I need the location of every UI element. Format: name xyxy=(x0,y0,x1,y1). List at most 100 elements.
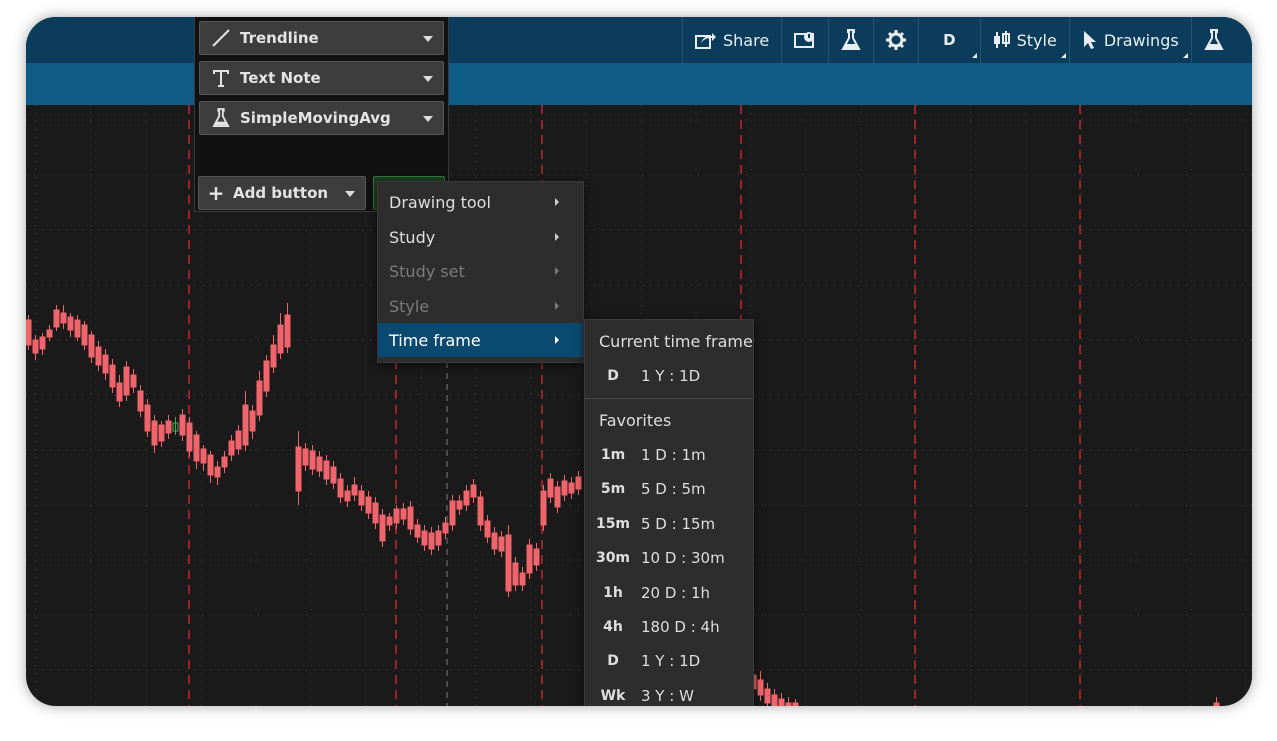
toolbar-right: Share D Style Drawings xyxy=(682,17,1236,63)
candle-body xyxy=(207,454,214,476)
candle-body xyxy=(778,698,785,706)
candle-body xyxy=(456,500,463,510)
candle-body xyxy=(158,424,165,442)
current-time-frame-item[interactable]: D 1 Y : 1D xyxy=(585,359,753,393)
simple-moving-avg-label: SimpleMovingAvg xyxy=(240,109,391,127)
trendline-label: Trendline xyxy=(240,29,319,47)
candle-body xyxy=(764,688,771,704)
add-button[interactable]: + Add button xyxy=(198,176,366,210)
menu-item-study-set: Study set xyxy=(378,254,583,288)
chevron-down-icon[interactable] xyxy=(345,191,355,197)
candle-body xyxy=(477,496,484,526)
time-frame-code: Wk xyxy=(600,687,626,704)
studies-button[interactable] xyxy=(828,17,873,63)
candle-body xyxy=(302,448,309,466)
time-frame-code: D xyxy=(607,368,619,384)
trendline-button[interactable]: Trendline xyxy=(199,21,444,55)
candle-body xyxy=(435,530,442,546)
favorite-time-frame-item[interactable]: 1m 1 D : 1m xyxy=(585,438,753,472)
candle-body xyxy=(414,524,421,538)
candle-body xyxy=(393,508,400,524)
candle-body xyxy=(186,422,193,452)
menu-item-label: Time frame xyxy=(389,330,481,350)
add-button-label: Add button xyxy=(233,184,329,202)
flask-icon xyxy=(208,108,234,128)
chevron-down-icon[interactable] xyxy=(423,76,433,82)
candle-body xyxy=(547,478,554,498)
candle-body xyxy=(351,484,358,496)
menu-item-drawing-tool[interactable]: Drawing tool xyxy=(378,185,583,219)
favorite-time-frame-item[interactable]: D 1 Y : 1D xyxy=(585,644,753,678)
candle-body xyxy=(221,456,228,468)
flag-screen-icon xyxy=(794,31,816,49)
candle-body xyxy=(32,339,39,354)
favorite-time-frame-item[interactable]: 4h 180 D : 4h xyxy=(585,610,753,644)
candlestick-icon xyxy=(993,30,1011,50)
divider xyxy=(585,398,753,399)
candle-body xyxy=(123,366,130,396)
candle-body xyxy=(561,480,568,496)
share-icon xyxy=(695,31,717,49)
time-frame-code: 4h xyxy=(603,619,623,635)
candle-body xyxy=(568,482,575,494)
favorite-time-frame-item[interactable]: 1h 20 D : 1h xyxy=(585,576,753,610)
candle-body xyxy=(428,532,435,550)
style-button[interactable]: Style xyxy=(979,17,1069,63)
chevron-right-icon xyxy=(555,267,559,275)
candle-body xyxy=(449,500,456,526)
favorite-time-frame-item[interactable]: 30m 10 D : 30m xyxy=(585,541,753,575)
candle-body xyxy=(88,334,95,358)
candle-body xyxy=(316,456,323,472)
period-label: D xyxy=(943,31,956,49)
candle-body xyxy=(792,702,799,706)
menu-item-study[interactable]: Study xyxy=(378,220,583,254)
simple-moving-avg-button[interactable]: SimpleMovingAvg xyxy=(199,101,444,135)
aggregation-period-button[interactable]: D xyxy=(918,17,979,63)
candle-body xyxy=(421,530,428,546)
candle-body xyxy=(484,520,491,538)
plus-icon: + xyxy=(207,181,225,205)
chevron-right-icon xyxy=(555,336,559,344)
settings-button[interactable] xyxy=(873,17,918,63)
candle-body xyxy=(337,478,344,498)
candle-body xyxy=(365,496,372,514)
candle-body xyxy=(372,502,379,524)
menu-item-time-frame[interactable]: Time frame xyxy=(378,323,583,357)
time-frame-submenu: Current time frame D 1 Y : 1D Favorites … xyxy=(584,319,754,706)
share-button[interactable]: Share xyxy=(682,17,781,63)
favorite-time-frame-item[interactable]: 15m 5 D : 15m xyxy=(585,507,753,541)
candle-body xyxy=(116,382,123,402)
candle-body xyxy=(270,344,277,368)
text-note-label: Text Note xyxy=(240,69,321,87)
chevron-down-icon[interactable] xyxy=(423,36,433,42)
studies-button-2[interactable] xyxy=(1190,17,1236,63)
candle-body xyxy=(757,679,764,696)
candle-body xyxy=(39,336,46,350)
candle-body xyxy=(330,466,337,484)
time-frame-value: 1 D : 1m xyxy=(641,446,706,464)
text-note-button[interactable]: Text Note xyxy=(199,61,444,95)
app-window: Share D Style Drawings Trendline Text No… xyxy=(26,17,1252,706)
candle-body xyxy=(249,410,256,432)
menu-item-label: Drawing tool xyxy=(389,192,491,212)
candle-body xyxy=(53,309,60,328)
chevron-down-icon[interactable] xyxy=(423,116,433,122)
favorite-time-frame-item[interactable]: Wk 3 Y : W xyxy=(585,679,753,706)
candle-body xyxy=(151,420,158,446)
candle-body xyxy=(200,448,207,464)
screen-flag-button[interactable] xyxy=(781,17,828,63)
candle-body xyxy=(540,490,547,526)
candle-body xyxy=(284,314,291,348)
candle-body xyxy=(179,414,186,436)
time-frame-value: 1 Y : 1D xyxy=(641,652,701,671)
candle-body xyxy=(554,486,561,508)
candle-body xyxy=(309,450,316,470)
candle-body xyxy=(505,534,512,592)
candle-body xyxy=(491,532,498,550)
candle-body xyxy=(67,316,74,331)
candle-body xyxy=(407,506,414,530)
favorite-time-frame-item[interactable]: 5m 5 D : 5m xyxy=(585,472,753,506)
menu-item-label: Style xyxy=(389,296,430,316)
candle-body xyxy=(442,522,449,534)
drawings-button[interactable]: Drawings xyxy=(1068,17,1191,63)
